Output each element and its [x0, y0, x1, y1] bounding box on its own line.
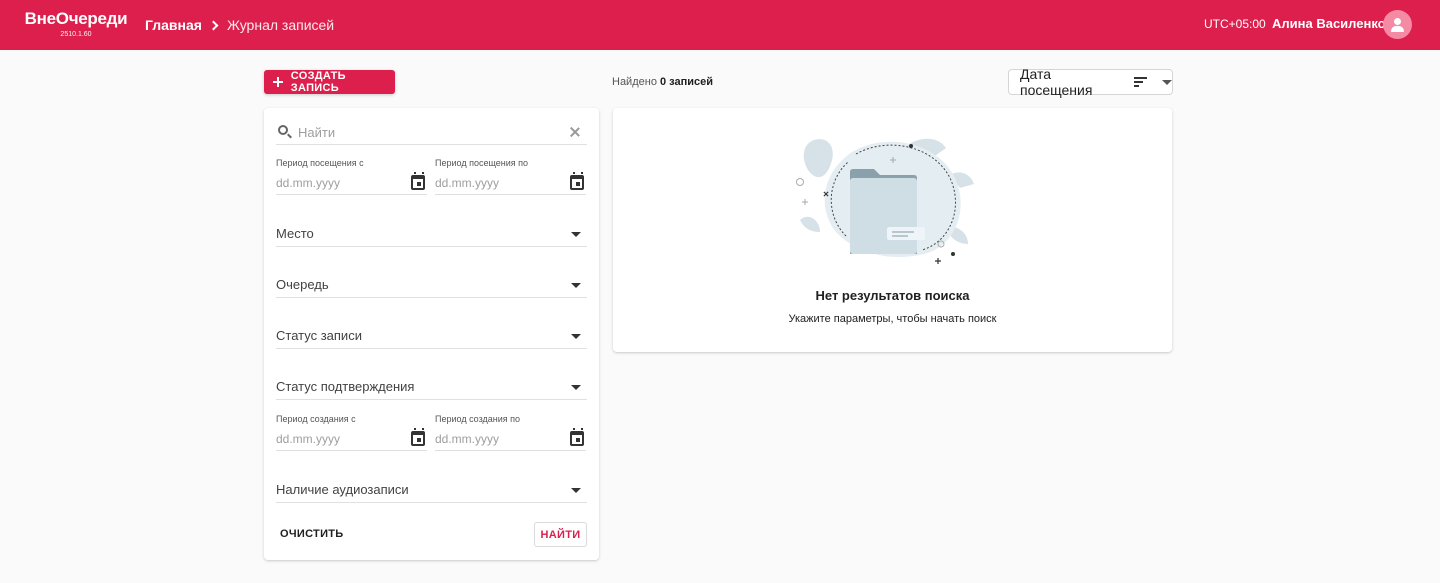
sort-icon[interactable]: [1134, 77, 1148, 87]
place-label: Место: [276, 226, 314, 241]
breadcrumb-current: Журнал записей: [226, 17, 335, 33]
audio-presence-select[interactable]: Наличие аудиозаписи: [276, 476, 587, 503]
logo-name: ВнеОчереди: [24, 9, 128, 28]
visit-period-from-input[interactable]: dd.mm.yyyy: [276, 176, 340, 190]
find-button[interactable]: НАЙТИ: [534, 522, 587, 547]
results-count: 0 записей: [660, 76, 714, 88]
calendar-icon[interactable]: [411, 172, 425, 190]
confirmation-status-select[interactable]: Статус подтверждения: [276, 373, 587, 400]
created-period-to-label: Период создания по: [435, 414, 521, 424]
calendar-icon[interactable]: [570, 172, 584, 190]
top-app-bar: ВнеОчереди 2510.1.60 Главная Журнал запи…: [0, 0, 1440, 50]
chevron-down-icon: [1162, 79, 1172, 85]
queue-select[interactable]: Очередь: [276, 271, 587, 298]
logo[interactable]: ВнеОчереди 2510.1.60: [24, 9, 128, 39]
breadcrumb-home-link[interactable]: Главная: [145, 17, 202, 33]
created-period-from-label: Период создания с: [276, 414, 356, 424]
create-record-button[interactable]: СОЗДАТЬ ЗАПИСЬ: [264, 70, 395, 94]
timezone-label: UTC+05:00: [1204, 17, 1266, 31]
plus-icon: [273, 77, 283, 87]
record-status-select[interactable]: Статус записи: [276, 322, 587, 349]
results-panel: Нет результатов поиска Укажите параметры…: [613, 108, 1172, 352]
results-counter: Найдено 0 записей: [612, 76, 713, 88]
chevron-down-icon: [571, 334, 581, 339]
created-period-to-input[interactable]: dd.mm.yyyy: [435, 432, 499, 446]
audio-presence-label: Наличие аудиозаписи: [276, 482, 409, 497]
created-period-to-field[interactable]: Период создания по dd.mm.yyyy: [435, 414, 586, 451]
empty-state-subtitle: Укажите параметры, чтобы начать поиск: [788, 313, 997, 325]
clear-button[interactable]: ОЧИСТИТЬ: [280, 528, 344, 540]
place-select[interactable]: Место: [276, 220, 587, 247]
close-icon[interactable]: [569, 126, 581, 138]
chevron-right-icon: [208, 20, 219, 30]
visit-period-from-label: Период посещения с: [276, 158, 364, 168]
visit-period-from-field[interactable]: Период посещения с dd.mm.yyyy: [276, 158, 427, 195]
chevron-down-icon: [571, 232, 581, 237]
chevron-down-icon: [571, 488, 581, 493]
results-counter-prefix: Найдено: [612, 76, 657, 88]
find-button-label: НАЙТИ: [540, 528, 581, 541]
search-input[interactable]: [298, 122, 558, 142]
confirmation-status-label: Статус подтверждения: [276, 379, 415, 394]
created-period-from-field[interactable]: Период создания с dd.mm.yyyy: [276, 414, 427, 451]
calendar-icon[interactable]: [411, 428, 425, 446]
user-avatar-button[interactable]: [1383, 10, 1412, 39]
chevron-down-icon: [571, 385, 581, 390]
sort-label: Дата посещения: [1020, 66, 1093, 98]
search-icon: [278, 125, 288, 135]
breadcrumb: Главная Журнал записей: [145, 16, 334, 34]
visit-period-to-input[interactable]: dd.mm.yyyy: [435, 176, 499, 190]
chevron-down-icon: [571, 283, 581, 288]
empty-state-title: Нет результатов поиска: [815, 288, 970, 303]
filter-panel: Период посещения с dd.mm.yyyy Период пос…: [264, 108, 599, 560]
visit-period-to-label: Период посещения по: [435, 158, 529, 168]
empty-folder-icon: [796, 138, 974, 264]
sort-select[interactable]: Дата посещения: [1008, 66, 1173, 98]
app-version: 2510.1.60: [60, 31, 92, 38]
search-field: [276, 120, 587, 145]
queue-label: Очередь: [276, 277, 329, 292]
created-period-from-input[interactable]: dd.mm.yyyy: [276, 432, 340, 446]
create-record-label: СОЗДАТЬ ЗАПИСЬ: [290, 70, 346, 94]
record-status-label: Статус записи: [276, 328, 362, 343]
visit-period-to-field[interactable]: Период посещения по dd.mm.yyyy: [435, 158, 586, 195]
calendar-icon[interactable]: [570, 428, 584, 446]
user-name[interactable]: Алина Василенко: [1272, 16, 1386, 31]
